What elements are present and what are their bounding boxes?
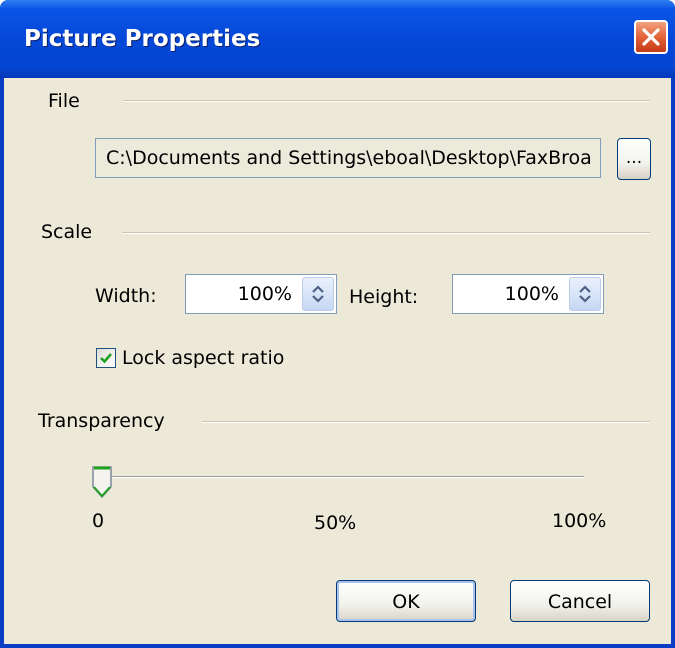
lock-aspect-checkbox[interactable]	[96, 348, 116, 368]
height-value: 100%	[504, 283, 559, 305]
file-path-value: C:\Documents and Settings\eboal\Desktop\…	[106, 147, 592, 169]
cancel-button-label: Cancel	[547, 591, 613, 613]
width-label: Width:	[95, 285, 157, 307]
file-path-field[interactable]: C:\Documents and Settings\eboal\Desktop\…	[95, 138, 601, 178]
scale-section-label: Scale	[41, 221, 93, 243]
spin-arrows-icon	[579, 285, 591, 303]
width-spinbox[interactable]: 100%	[185, 274, 337, 314]
dialog-window: Picture Properties File C:\Documents and…	[0, 0, 675, 648]
width-value: 100%	[237, 283, 292, 305]
dialog-body: File C:\Documents and Settings\eboal\Des…	[4, 78, 671, 644]
ok-button-label: OK	[392, 591, 420, 613]
slider-tick-label-0: 0	[92, 510, 105, 532]
file-section-label: File	[48, 90, 80, 112]
browse-button[interactable]: ...	[617, 138, 651, 180]
ok-button[interactable]: OK	[336, 580, 476, 622]
height-spin-arrows[interactable]	[569, 277, 601, 311]
check-icon	[100, 353, 112, 364]
transparency-slider-track[interactable]	[102, 476, 584, 478]
browse-button-label: ...	[625, 148, 643, 168]
close-icon	[642, 28, 660, 46]
transparency-divider	[202, 421, 650, 423]
transparency-section-label: Transparency	[38, 410, 165, 432]
file-divider	[124, 100, 650, 102]
slider-thumb-icon[interactable]	[90, 464, 114, 500]
width-spin-arrows[interactable]	[302, 277, 334, 311]
title-bar[interactable]: Picture Properties	[0, 0, 675, 78]
slider-tick-label-50: 50%	[314, 512, 357, 534]
slider-tick-label-100: 100%	[552, 510, 607, 532]
window-title: Picture Properties	[24, 26, 261, 52]
spin-arrows-icon	[312, 285, 324, 303]
lock-aspect-label[interactable]: Lock aspect ratio	[122, 347, 284, 369]
scale-divider	[122, 232, 650, 234]
height-spinbox[interactable]: 100%	[452, 274, 604, 314]
height-label: Height:	[349, 286, 419, 308]
close-button[interactable]	[634, 20, 668, 54]
cancel-button[interactable]: Cancel	[510, 580, 650, 622]
